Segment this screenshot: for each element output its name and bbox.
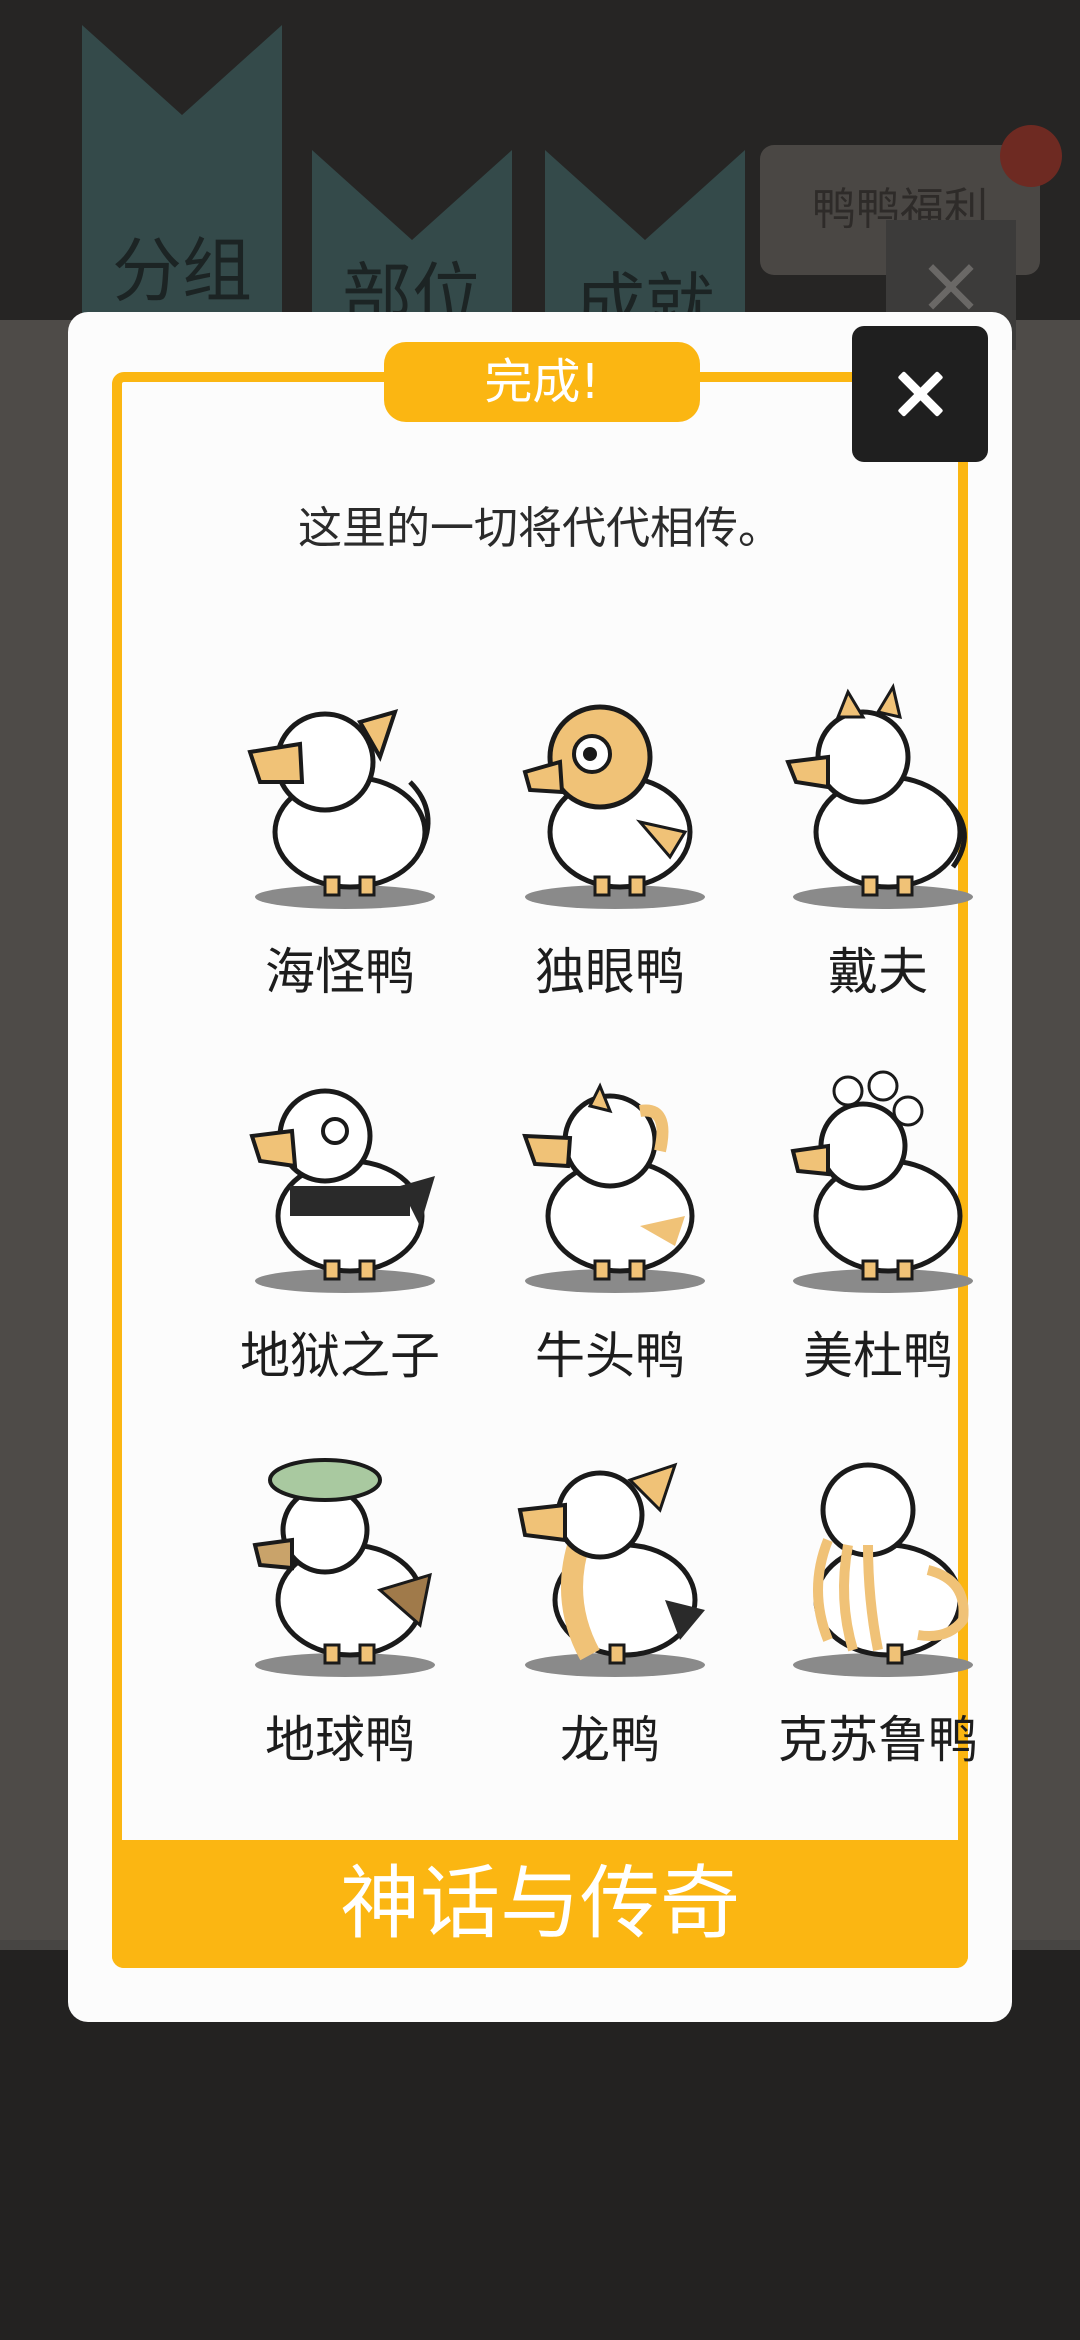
duck-name: 克苏鲁鸭 <box>778 1711 978 1769</box>
duck-card-dragon[interactable]: 龙鸭 <box>460 1450 760 1830</box>
duck-name: 龙鸭 <box>560 1711 660 1769</box>
duck-illustration <box>252 1458 435 1677</box>
duck-card-dave[interactable]: 戴夫 <box>728 682 1028 1062</box>
duck-name: 牛头鸭 <box>535 1327 685 1385</box>
duck-card-earth[interactable]: 地球鸭 <box>190 1450 490 1830</box>
duck-card-hellspawn[interactable]: 地狱之子 <box>190 1066 490 1446</box>
duck-name: 美杜鸭 <box>803 1327 953 1385</box>
duck-card-minotaur[interactable]: 牛头鸭 <box>460 1066 760 1446</box>
dialog-subtitle: 这里的一切将代代相传。 <box>298 503 782 554</box>
duck-illustration <box>793 1462 973 1677</box>
duck-illustration <box>785 683 973 909</box>
tab-notch <box>545 150 745 240</box>
duck-illustration <box>790 1070 973 1293</box>
collection-title-banner: 神话与传奇 <box>112 1840 968 1968</box>
duck-card-sea-monster[interactable]: 海怪鸭 <box>190 682 490 1062</box>
tab-notch <box>312 150 512 240</box>
duck-name: 戴夫 <box>828 943 928 1001</box>
close-icon <box>896 370 944 418</box>
duck-name: 地球鸭 <box>265 1711 415 1769</box>
duck-name: 独眼鸭 <box>535 943 685 1001</box>
close-button[interactable] <box>852 326 988 462</box>
duck-illustration <box>247 709 435 909</box>
tab-notch <box>82 25 282 115</box>
duck-card-cyclops[interactable]: 独眼鸭 <box>460 682 760 1062</box>
duck-illustration <box>249 1088 435 1293</box>
duck-illustration <box>522 1082 705 1293</box>
tab-label: 分组 <box>112 230 252 312</box>
duck-name: 海怪鸭 <box>265 943 415 1001</box>
duck-name: 地狱之子 <box>240 1327 440 1385</box>
duck-card-medusa[interactable]: 美杜鸭 <box>728 1066 1028 1446</box>
complete-badge: 完成! <box>384 342 700 422</box>
duck-illustration <box>522 704 705 909</box>
notification-dot <box>1000 125 1062 187</box>
duck-illustration <box>517 1462 705 1677</box>
collection-complete-dialog: 完成! 这里的一切将代代相传。 海怪鸭 独眼鸭 戴夫 地狱之子 牛头鸭 美杜鸭 … <box>68 312 1012 2022</box>
duck-card-cthulhu[interactable]: 克苏鲁鸭 <box>728 1450 1028 1830</box>
tab-group: 分组 <box>82 25 282 325</box>
